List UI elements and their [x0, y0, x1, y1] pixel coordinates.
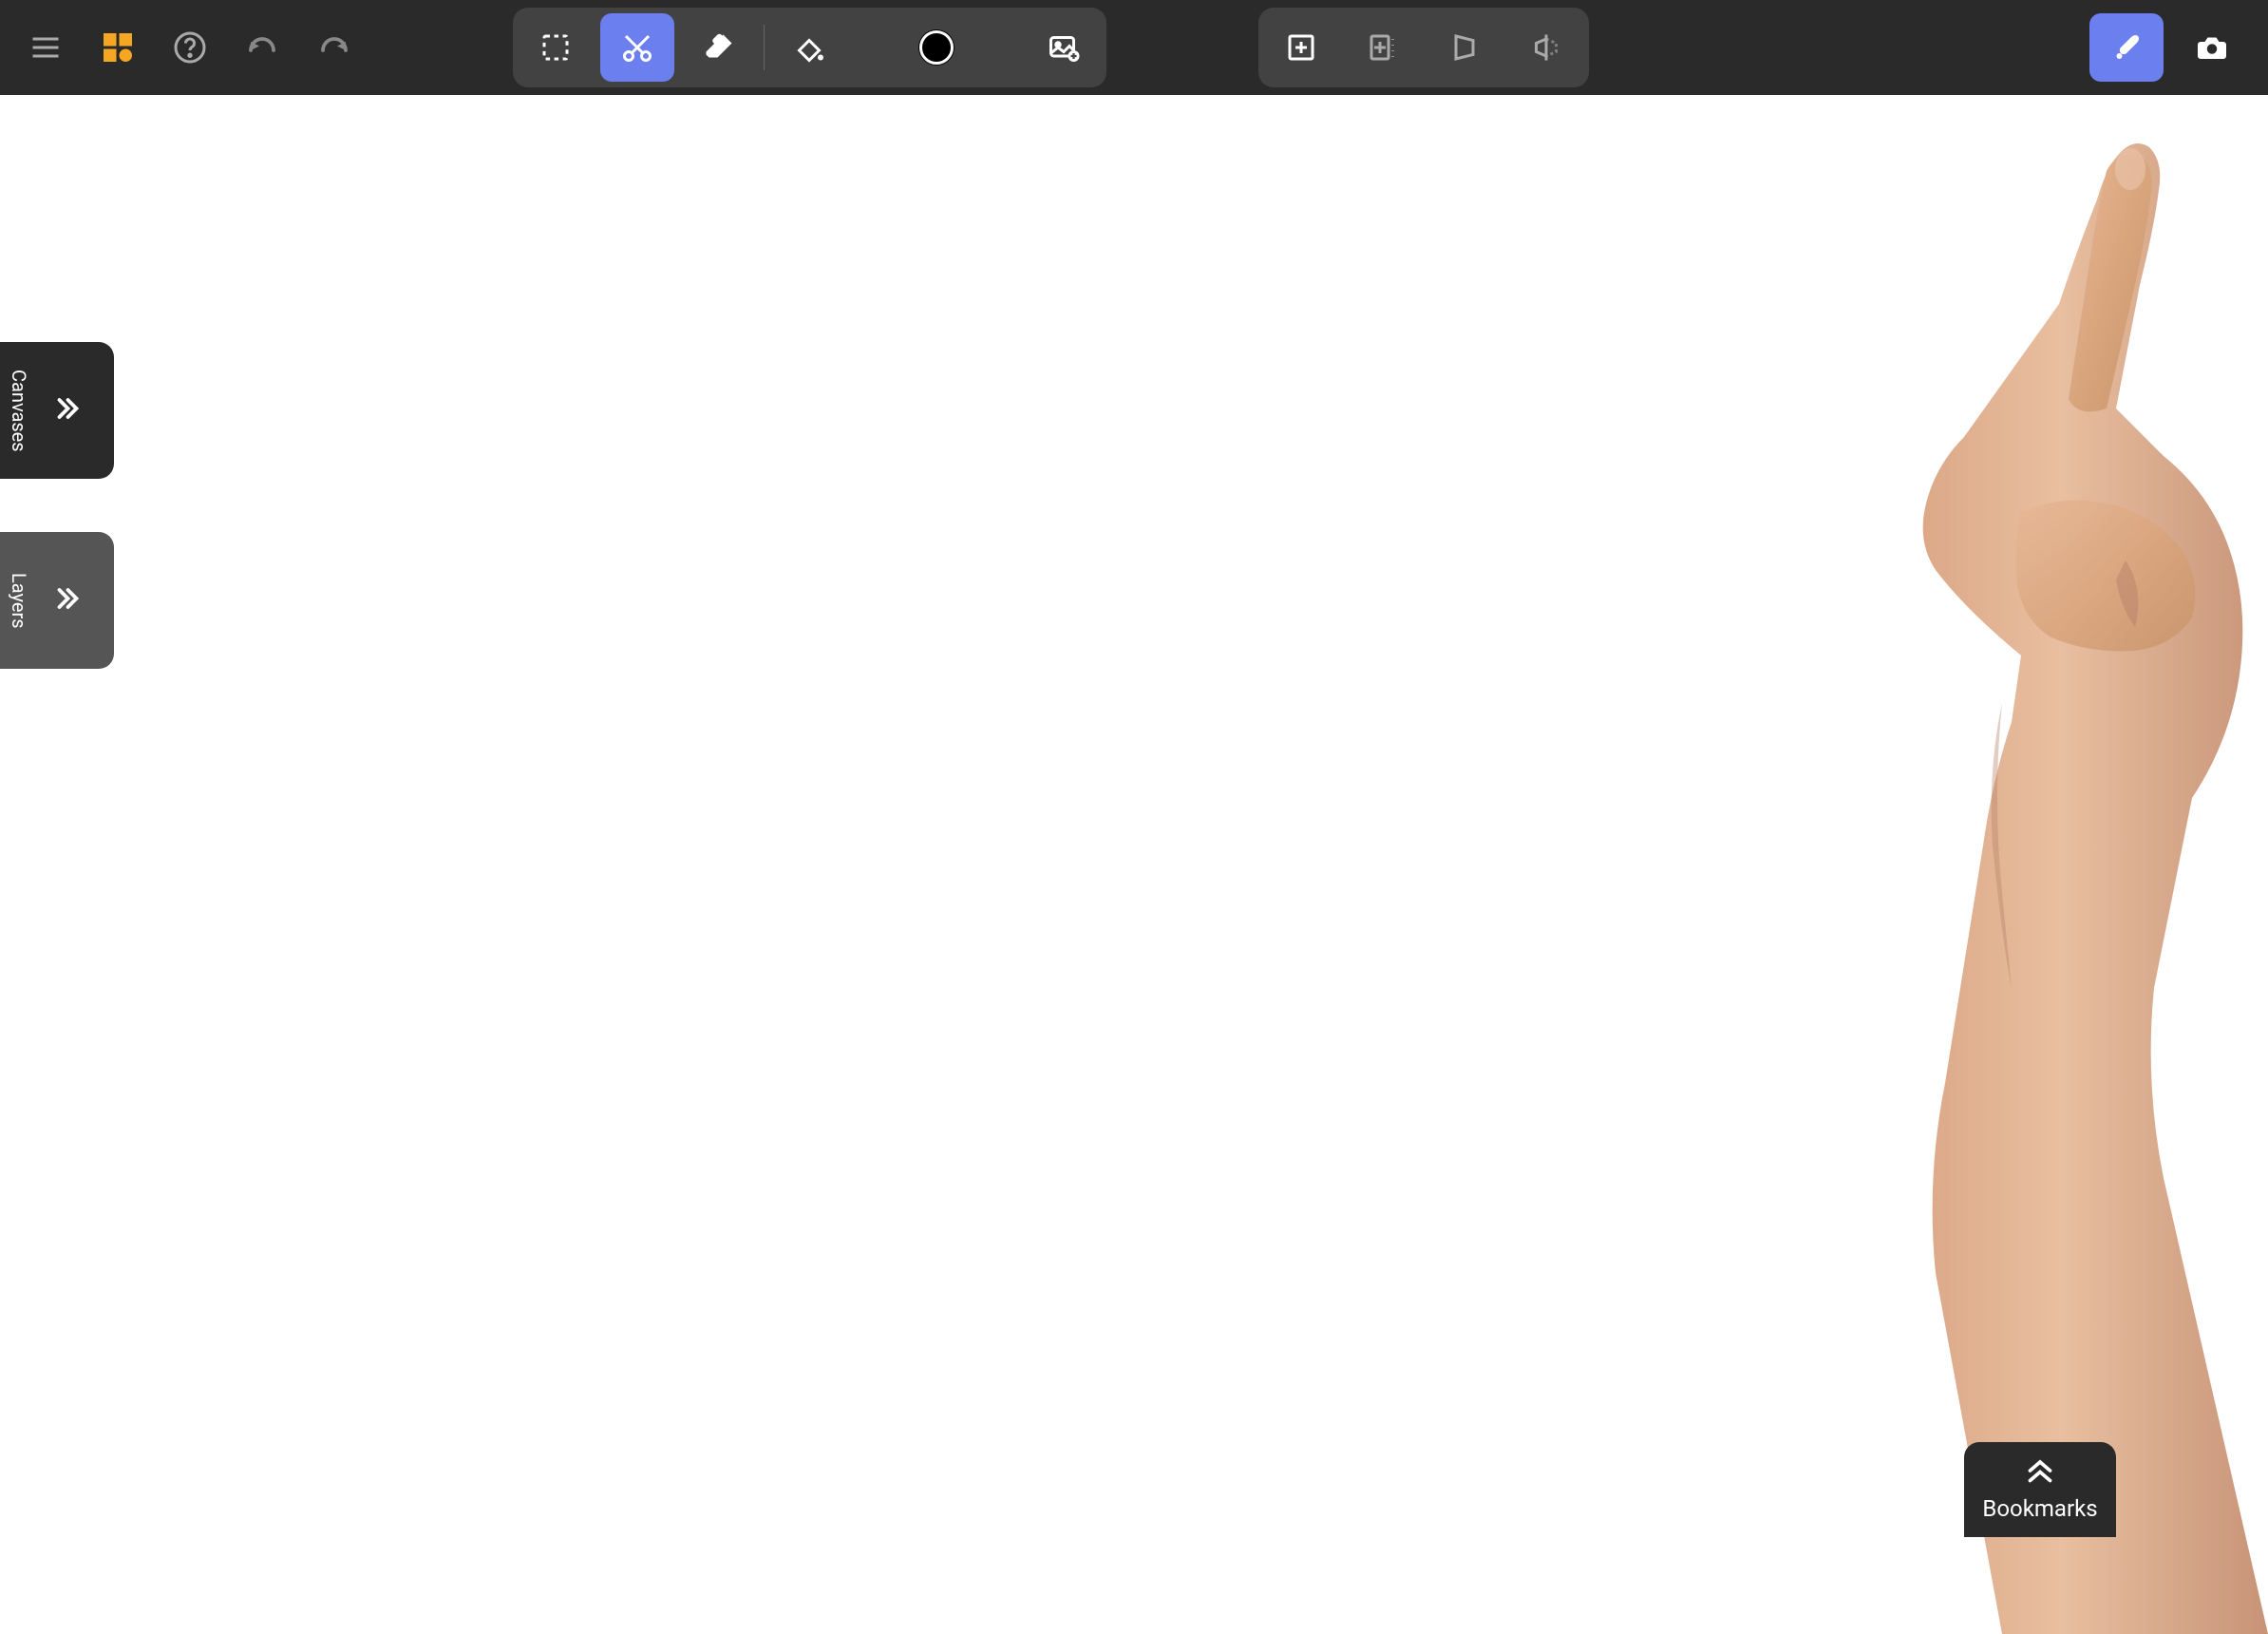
mirror-button[interactable] — [1509, 13, 1583, 82]
mirror-icon — [1529, 30, 1563, 65]
app-logo-icon — [101, 30, 135, 65]
expand-up-chevrons-icon — [2023, 1457, 2057, 1488]
select-icon — [539, 30, 573, 65]
scissors-icon — [620, 30, 654, 65]
canvas-area[interactable]: Canvases Layers — [0, 95, 2268, 1537]
fill-tool-button[interactable] — [772, 13, 846, 82]
perspective-icon — [1447, 30, 1482, 65]
left-panels: Canvases Layers — [0, 342, 114, 669]
help-button[interactable] — [163, 21, 217, 74]
guides-icon — [1366, 30, 1400, 65]
add-frame-button[interactable] — [1264, 13, 1338, 82]
select-tool-button[interactable] — [519, 13, 593, 82]
canvas-tools-group — [1258, 8, 1589, 87]
undo-icon — [245, 30, 279, 65]
canvases-panel-tab[interactable]: Canvases — [0, 342, 114, 479]
tools-group — [513, 8, 1106, 87]
expand-chevrons-icon — [49, 391, 84, 429]
help-icon — [173, 30, 207, 65]
camera-button[interactable] — [2175, 13, 2249, 82]
redo-icon — [317, 30, 351, 65]
divider — [764, 25, 765, 70]
menu-button[interactable] — [19, 21, 72, 74]
expand-chevrons-icon — [49, 581, 84, 619]
brush-icon — [2109, 30, 2144, 65]
image-plus-icon — [1047, 30, 1081, 65]
redo-button[interactable] — [308, 21, 361, 74]
undo-button[interactable] — [236, 21, 289, 74]
color-picker-button[interactable] — [899, 13, 973, 82]
eraser-icon — [702, 30, 736, 65]
guides-button[interactable] — [1346, 13, 1420, 82]
camera-icon — [2195, 30, 2229, 65]
hand-pointer-overlay — [1603, 133, 2268, 1634]
scissors-tool-button[interactable] — [600, 13, 674, 82]
layers-panel-tab[interactable]: Layers — [0, 532, 114, 669]
app-logo-button[interactable] — [91, 21, 144, 74]
layers-label: Layers — [8, 573, 30, 629]
insert-image-button[interactable] — [1027, 13, 1101, 82]
bookmarks-label: Bookmarks — [1982, 1495, 2097, 1522]
color-swatch-icon — [919, 30, 954, 65]
add-frame-icon — [1284, 30, 1318, 65]
perspective-button[interactable] — [1427, 13, 1502, 82]
top-toolbar — [0, 0, 2268, 95]
brush-button[interactable] — [2089, 13, 2164, 82]
eraser-tool-button[interactable] — [682, 13, 756, 82]
canvases-label: Canvases — [8, 370, 30, 452]
fill-icon — [792, 30, 826, 65]
right-tools-group — [2089, 13, 2249, 82]
hamburger-icon — [28, 30, 63, 65]
bookmarks-tab[interactable]: Bookmarks — [1964, 1442, 2116, 1537]
